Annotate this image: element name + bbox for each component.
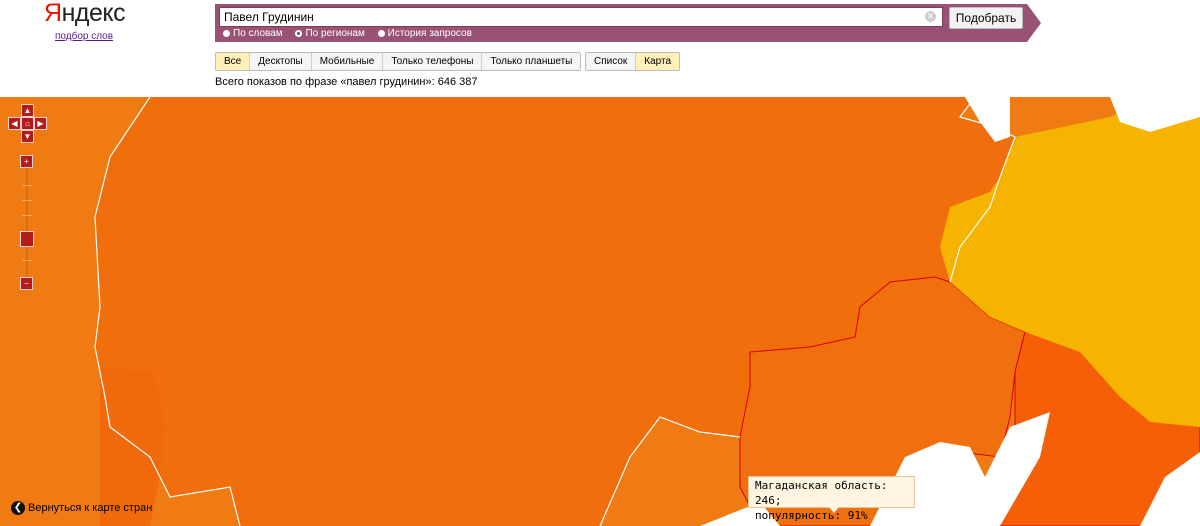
view-tabs: Список Карта xyxy=(585,52,681,71)
chevron-up-icon[interactable]: ▲ xyxy=(21,104,34,117)
search-input[interactable] xyxy=(220,8,928,26)
mode-history[interactable]: История запросов xyxy=(377,28,472,39)
tab-tablets-only[interactable]: Только планшеты xyxy=(482,53,581,70)
tab-mobile[interactable]: Мобильные xyxy=(311,53,384,70)
regions-map[interactable]: Магаданская область: 246; популярность: … xyxy=(0,97,1200,526)
arrow-left-icon: ❮ xyxy=(11,501,25,515)
device-tabs: Все Десктопы Мобильные Только телефоны Т… xyxy=(215,52,582,71)
header: Яндекс подбор слов ✕ Подобрать По словам… xyxy=(0,0,1200,97)
search-bar: ✕ Подобрать По словам По регионам Истори… xyxy=(215,4,1041,42)
mode-by-words[interactable]: По словам xyxy=(223,28,283,39)
back-label: Вернуться к карте стран xyxy=(28,501,153,514)
zoom-tick xyxy=(22,215,32,216)
region-tooltip: Магаданская область: 246; популярность: … xyxy=(748,476,915,522)
clear-icon[interactable]: ✕ xyxy=(925,11,936,22)
tab-list[interactable]: Список xyxy=(586,53,637,70)
search-field[interactable]: ✕ xyxy=(219,7,943,27)
chevron-down-icon[interactable]: ▼ xyxy=(21,130,34,143)
map-pan-control: ▲ ◀ ⌂ ▶ ▼ xyxy=(8,104,47,143)
zoom-tick xyxy=(22,200,32,201)
back-to-countries-link[interactable]: ❮ Вернуться к карте стран xyxy=(11,501,152,515)
home-icon[interactable]: ⌂ xyxy=(21,117,34,130)
tab-all[interactable]: Все xyxy=(216,53,251,70)
zoom-tick xyxy=(22,185,32,186)
mode-label: По регионам xyxy=(305,28,365,39)
tab-desktops[interactable]: Десктопы xyxy=(250,53,312,70)
zoom-tick xyxy=(22,260,32,261)
tab-phones-only[interactable]: Только телефоны xyxy=(383,53,483,70)
chevron-right-icon[interactable]: ▶ xyxy=(34,117,47,130)
map-canvas[interactable] xyxy=(0,97,1200,526)
yandex-logo[interactable]: Яндекс xyxy=(44,0,126,26)
tab-map[interactable]: Карта xyxy=(636,53,680,70)
radio-icon xyxy=(377,30,385,37)
wordstat-link[interactable]: подбор слов xyxy=(55,31,113,42)
chevron-left-icon[interactable]: ◀ xyxy=(8,117,21,130)
plus-icon[interactable]: + xyxy=(20,155,33,168)
tooltip-popularity-line: популярность: 91% xyxy=(755,509,868,522)
zoom-slider[interactable]: + − xyxy=(19,155,35,292)
total-impressions: Всего показов по фразе «павел грудинин»:… xyxy=(215,76,478,88)
radio-selected-icon xyxy=(295,30,303,37)
search-modes: По словам По регионам История запросов xyxy=(223,28,482,39)
mode-label: По словам xyxy=(233,28,283,39)
pick-button[interactable]: Подобрать xyxy=(949,7,1023,29)
mode-by-regions[interactable]: По регионам xyxy=(295,28,365,39)
mode-label: История запросов xyxy=(387,28,472,39)
zoom-handle[interactable] xyxy=(20,231,34,247)
tooltip-region-line: Магаданская область: 246; xyxy=(755,479,888,507)
radio-icon xyxy=(223,30,230,37)
minus-icon[interactable]: − xyxy=(20,277,33,290)
